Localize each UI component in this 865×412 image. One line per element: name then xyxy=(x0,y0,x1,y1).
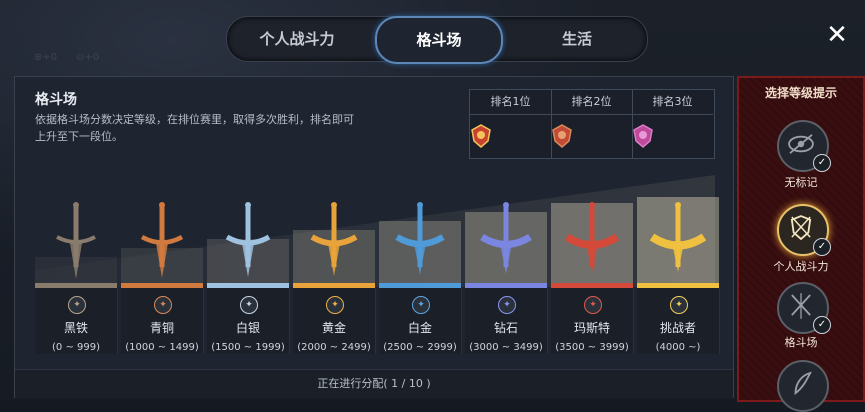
tab-life[interactable]: 生活 xyxy=(517,17,637,61)
check-icon: ✓ xyxy=(813,316,831,334)
tab-personal-power[interactable]: 个人战斗力 xyxy=(227,17,367,61)
tier-sword-icon xyxy=(35,197,117,283)
tier-name: 钻石 xyxy=(493,321,518,335)
feather-icon xyxy=(794,371,812,396)
tier-score-range: (1000 ~ 1499) xyxy=(125,342,199,353)
tier-sword-icon xyxy=(293,197,375,283)
tier-emblem-icon: ✦ xyxy=(498,296,516,314)
tier-name: 挑战者 xyxy=(659,321,696,335)
tier-info: ✦ 玛斯特 (3500 ~ 3999) xyxy=(551,288,634,354)
background-stat-a: ⊕+0 xyxy=(34,52,58,63)
tier-score-range: (3000 ~ 3499) xyxy=(469,342,543,353)
tier-score-range: (2000 ~ 2499) xyxy=(297,342,371,353)
category-tab-bar: 个人战斗力 格斗场 生活 xyxy=(226,16,648,64)
tier-info: ✦ 黄金 (2000 ~ 2499) xyxy=(293,288,376,354)
tier-score-range: (0 ~ 999) xyxy=(52,342,100,353)
tier-sword-icon xyxy=(637,197,719,283)
option-more[interactable] xyxy=(777,360,829,412)
tier-card: ✦ 钻石 (3000 ~ 3499) xyxy=(465,197,548,357)
tier-info: ✦ 白银 (1500 ~ 1999) xyxy=(207,288,290,354)
tier-name: 青铜 xyxy=(149,321,174,335)
option-no-mark[interactable]: ✓ xyxy=(777,120,831,172)
tier-info: ✦ 青铜 (1000 ~ 1499) xyxy=(121,288,204,354)
option-no-mark-label: 无标记 xyxy=(784,176,818,189)
check-icon: ✓ xyxy=(813,154,831,172)
tier-name: 黑铁 xyxy=(63,321,88,335)
tier-info: ✦ 白金 (2500 ~ 2999) xyxy=(379,288,462,354)
tier-info: ✦ 黑铁 (0 ~ 999) xyxy=(35,288,118,354)
tier-card: ✦ 白金 (2500 ~ 2999) xyxy=(379,197,462,357)
tier-card: ✦ 挑战者 (4000 ~) xyxy=(637,197,720,357)
option-personal-power-label: 个人战斗力 xyxy=(773,260,829,273)
rank-3-emblem-icon xyxy=(633,124,653,148)
rank-1-label: 排名1位 xyxy=(470,90,551,115)
panel-title: 格斗场 xyxy=(35,92,77,108)
option-arena-label: 格斗场 xyxy=(784,336,818,349)
tier-score-range: (3500 ~ 3999) xyxy=(555,342,629,353)
tier-sword-icon xyxy=(465,197,547,283)
tier-sword-icon xyxy=(121,197,203,283)
tier-name: 黄金 xyxy=(321,321,346,335)
tier-score-range: (4000 ~) xyxy=(655,342,701,353)
rank-col-2: 排名2位 xyxy=(551,90,633,158)
tier-card: ✦ 黑铁 (0 ~ 999) xyxy=(35,197,118,357)
side-title: 选择等级提示 xyxy=(764,86,837,100)
tier-card: ✦ 玛斯特 (3500 ~ 3999) xyxy=(551,197,634,357)
tier-score-range: (1500 ~ 1999) xyxy=(211,342,285,353)
rank-2-label: 排名2位 xyxy=(551,90,632,115)
tier-emblem-icon: ✦ xyxy=(68,296,86,314)
rank-3-label: 排名3位 xyxy=(632,90,713,115)
tier-card: ✦ 白银 (1500 ~ 1999) xyxy=(207,197,290,357)
tier-emblem-icon: ✦ xyxy=(154,296,172,314)
rank-2-emblem-icon xyxy=(552,124,572,148)
option-arena[interactable]: ✓ xyxy=(777,282,831,334)
tier-card: ✦ 黄金 (2000 ~ 2499) xyxy=(293,197,376,357)
tier-name: 白金 xyxy=(407,321,432,335)
tier-info: ✦ 钻石 (3000 ~ 3499) xyxy=(465,288,548,354)
tier-emblem-icon: ✦ xyxy=(670,296,688,314)
background-stat-b: ⊙+0 xyxy=(76,52,100,63)
allocation-status: 正在进行分配( 1 / 10 ) xyxy=(15,369,733,398)
tier-sword-icon xyxy=(551,197,633,283)
tier-name: 玛斯特 xyxy=(573,321,610,335)
rank-col-3: 排名3位 xyxy=(632,90,713,158)
tab-arena[interactable]: 格斗场 xyxy=(375,16,503,64)
rank-1-emblem-icon xyxy=(471,124,491,148)
tier-score-range: (2500 ~ 2999) xyxy=(383,342,457,353)
arena-panel: 格斗场 依据格斗场分数决定等级，在排位赛里，取得多次胜利，排名即可上升至下一段位… xyxy=(14,76,734,398)
rank-col-1: 排名1位 xyxy=(470,90,552,158)
panel-description: 依据格斗场分数决定等级，在排位赛里，取得多次胜利，排名即可上升至下一段位。 xyxy=(35,113,354,143)
tier-card: ✦ 青铜 (1000 ~ 1499) xyxy=(121,197,204,357)
rank-table: 排名1位 排名2位 排名3位 xyxy=(469,89,715,159)
tier-emblem-icon: ✦ xyxy=(412,296,430,314)
tier-emblem-icon: ✦ xyxy=(326,296,344,314)
option-personal-power[interactable]: ✓ xyxy=(777,204,831,256)
tier-emblem-icon: ✦ xyxy=(240,296,258,314)
check-icon: ✓ xyxy=(813,238,831,256)
rank-hint-side-panel: 选择等级提示 ✓ 无标记 ✓ 个人战斗力 ✓ 格斗场 xyxy=(737,76,865,412)
close-icon[interactable]: ✕ xyxy=(822,20,852,50)
tier-name: 白银 xyxy=(235,321,260,335)
tier-sword-icon xyxy=(379,197,461,283)
tier-info: ✦ 挑战者 (4000 ~) xyxy=(637,288,720,354)
tier-emblem-icon: ✦ xyxy=(584,296,602,314)
tier-sword-icon xyxy=(207,197,289,283)
